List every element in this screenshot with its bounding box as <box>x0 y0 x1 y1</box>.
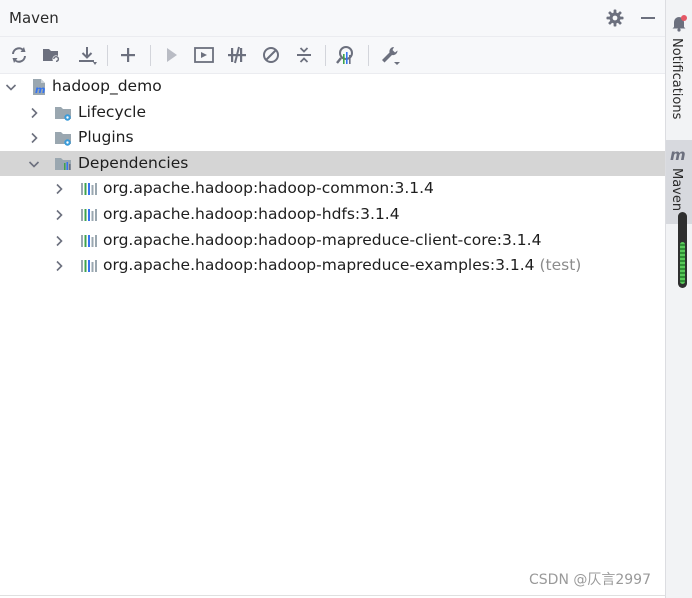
dependency-scope: (test) <box>539 256 582 275</box>
reload-icon[interactable] <box>8 44 30 66</box>
dependency-item[interactable]: org.apache.hadoop:hadoop-hdfs:3.1.4 <box>0 202 665 228</box>
dependency-item[interactable]: org.apache.hadoop:hadoop-mapreduce-examp… <box>0 253 665 279</box>
toolbar-separator <box>150 45 151 66</box>
tree-node-label: hadoop_demo <box>52 77 162 95</box>
dependency-label: org.apache.hadoop:hadoop-common:3.1.4 <box>103 179 434 198</box>
indicator-fill <box>680 242 685 284</box>
chevron-right-icon[interactable] <box>52 259 66 273</box>
maven-toolbar <box>0 36 665 74</box>
chevron-down-icon[interactable] <box>4 80 18 94</box>
dependency-label: org.apache.hadoop:hadoop-mapreduce-clien… <box>103 230 542 249</box>
tool-window-header: Maven <box>0 0 665 36</box>
tree-node-dependencies[interactable]: Dependencies <box>0 150 665 177</box>
execute-goal-icon[interactable] <box>193 44 215 66</box>
project-tree: m hadoop_demo Lifecycle Plugins Dependen… <box>0 74 665 279</box>
tree-node-label: Plugins <box>78 128 134 147</box>
plugins-folder-icon <box>54 129 72 147</box>
maven-icon: m <box>670 146 686 164</box>
dependency-label: org.apache.hadoop:hadoop-hdfs:3.1.4 <box>103 204 400 223</box>
toolbar-separator <box>107 45 108 66</box>
skip-tests-icon[interactable] <box>260 44 282 66</box>
notifications-label: Notifications <box>669 38 684 120</box>
add-icon[interactable] <box>117 44 139 66</box>
library-icon <box>80 180 98 198</box>
bell-icon <box>671 14 687 36</box>
maven-tab[interactable]: m Maven <box>666 140 692 224</box>
tree-node-label: Dependencies <box>78 153 189 172</box>
dependency-item[interactable]: org.apache.hadoop:hadoop-mapreduce-clien… <box>0 228 665 254</box>
chevron-right-icon[interactable] <box>52 182 66 196</box>
dependency-label-text: org.apache.hadoop:hadoop-mapreduce-examp… <box>103 256 535 275</box>
notifications-tab[interactable]: Notifications <box>666 6 692 122</box>
tree-node-lifecycle[interactable]: Lifecycle <box>0 100 665 126</box>
library-icon <box>80 257 98 275</box>
chevron-right-icon[interactable] <box>52 208 66 222</box>
svg-text:m: m <box>35 85 45 96</box>
tree-node-plugins[interactable]: Plugins <box>0 125 665 151</box>
indicator-track <box>678 212 687 288</box>
lifecycle-folder-icon <box>54 104 72 122</box>
settings-wrench-icon[interactable] <box>379 44 401 66</box>
chevron-right-icon[interactable] <box>27 131 41 145</box>
tool-window-title: Maven <box>9 9 59 27</box>
library-icon <box>80 232 98 250</box>
toolbar-separator <box>325 45 326 66</box>
chevron-right-icon[interactable] <box>27 106 41 120</box>
toolbar-separator <box>368 45 369 66</box>
analyze-dependencies-icon[interactable] <box>335 44 357 66</box>
maven-tool-window: Maven m hadoop_demo Lifecycle Plugins De… <box>0 0 665 598</box>
generate-sources-icon[interactable] <box>41 44 63 66</box>
dependencies-folder-icon <box>54 155 72 173</box>
download-icon[interactable] <box>76 44 98 66</box>
library-icon <box>80 206 98 224</box>
run-icon[interactable] <box>160 44 182 66</box>
tree-node-label: Lifecycle <box>78 102 146 121</box>
maven-label: Maven <box>669 168 684 212</box>
maven-project-icon: m <box>30 78 48 96</box>
dependency-item[interactable]: org.apache.hadoop:hadoop-common:3.1.4 <box>0 176 665 202</box>
gear-icon[interactable] <box>605 8 625 28</box>
minimize-icon[interactable] <box>638 8 658 28</box>
right-tool-strip: Notifications m Maven <box>665 0 692 598</box>
watermark: CSDN @仄言2997 <box>529 572 651 588</box>
collapse-all-icon[interactable] <box>293 44 315 66</box>
chevron-down-icon[interactable] <box>27 157 41 171</box>
dependency-label: org.apache.hadoop:hadoop-mapreduce-examp… <box>103 256 581 274</box>
chevron-right-icon[interactable] <box>52 234 66 248</box>
toggle-offline-icon[interactable] <box>226 44 248 66</box>
panel-bottom-border <box>0 595 665 596</box>
tree-node-root[interactable]: m hadoop_demo <box>0 74 665 100</box>
